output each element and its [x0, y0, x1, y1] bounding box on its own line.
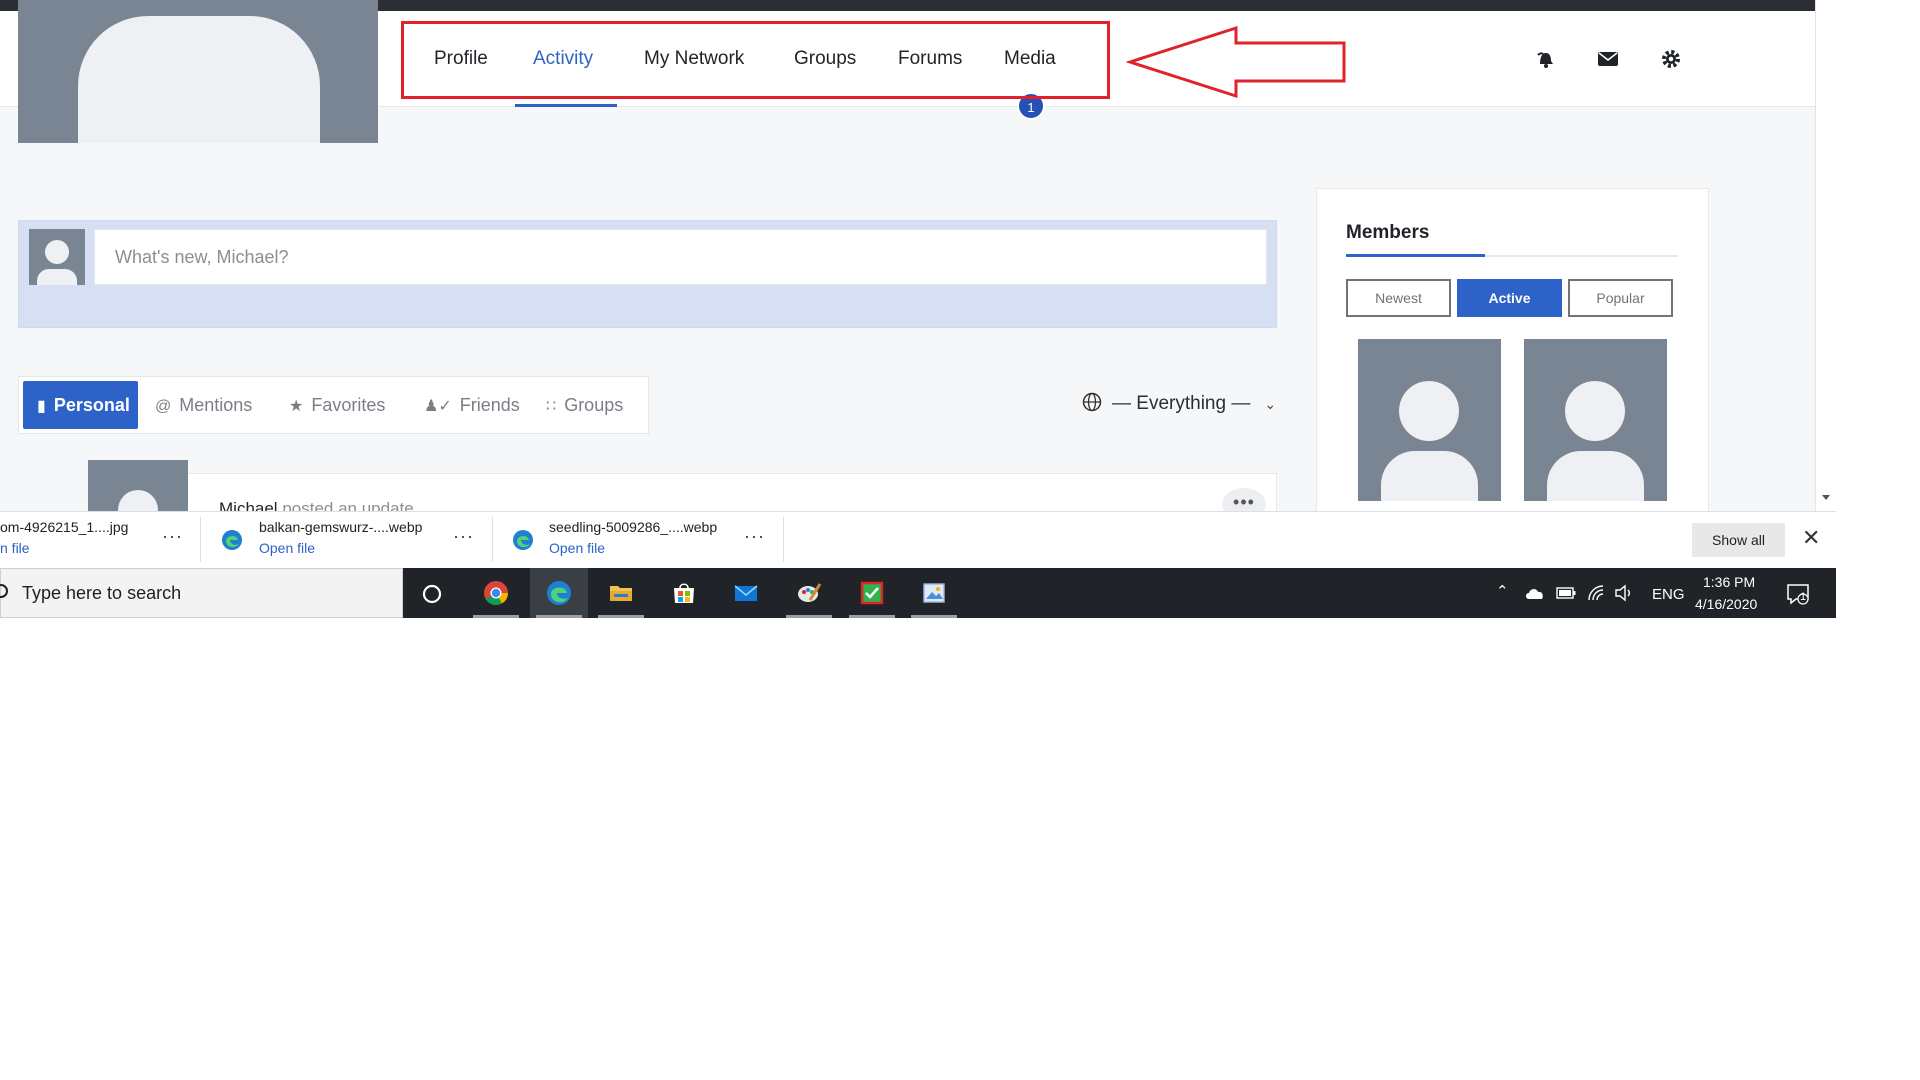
download-more-icon[interactable]: ···: [744, 526, 765, 547]
avatar-head: [45, 240, 69, 264]
paint-icon: [798, 583, 822, 602]
settings-icon[interactable]: [1660, 48, 1682, 70]
taskbar-photo-app[interactable]: [905, 568, 963, 618]
download-filename[interactable]: balkan-gemswurz-....webp: [259, 519, 422, 535]
download-more-icon[interactable]: ···: [162, 526, 183, 547]
avatar-body: [1381, 451, 1478, 501]
avatar-body: [1547, 451, 1644, 501]
screenshot-area: Profile Activity My Network Groups Forum…: [0, 0, 1836, 618]
input-language-indicator[interactable]: ENG: [1652, 586, 1685, 603]
filter-tab-label: Friends: [459, 395, 520, 415]
nav-active-underline: [515, 104, 617, 107]
cortana-icon[interactable]: [420, 582, 444, 606]
folder-icon: [610, 586, 632, 601]
chrome-icon: [484, 581, 508, 606]
edge-icon: [547, 581, 571, 605]
messages-icon[interactable]: [1597, 48, 1619, 70]
at-icon: @: [155, 398, 172, 415]
filter-tab-friends[interactable]: ♟✓ Friends: [424, 381, 520, 429]
avatar-head: [1399, 381, 1459, 441]
chevron-down-icon: ⌄: [1264, 396, 1277, 412]
avatar-head: [1565, 381, 1625, 441]
taskbar-paint[interactable]: [780, 568, 838, 618]
whats-new-input[interactable]: [94, 229, 1267, 285]
download-separator: [492, 517, 493, 562]
download-open-link[interactable]: Open file: [549, 540, 605, 556]
taskbar-clock-date[interactable]: 4/16/2020: [1695, 596, 1757, 612]
mail-icon: [734, 585, 758, 601]
app-running-indicator: [911, 615, 957, 618]
screen: Profile Activity My Network Groups Forum…: [0, 0, 1920, 1080]
members-tab-active[interactable]: Active: [1457, 279, 1562, 317]
app-running-indicator: [536, 615, 582, 618]
app-running-indicator: [598, 615, 644, 618]
avatar-body: [37, 269, 77, 285]
download-filename[interactable]: om-4926215_1....jpg: [0, 519, 128, 535]
download-more-icon[interactable]: ···: [453, 526, 474, 547]
edge-file-icon: [513, 530, 533, 550]
download-open-link[interactable]: n file: [0, 540, 30, 556]
store-icon: [674, 583, 694, 603]
member-avatar[interactable]: [1358, 339, 1501, 501]
annotation-arrow-icon: [1126, 25, 1346, 99]
star-icon: ★: [289, 398, 304, 415]
taskbar-search-placeholder[interactable]: Type here to search: [22, 583, 181, 604]
image-viewer-icon: [923, 583, 945, 603]
taskbar-tasks-app[interactable]: [843, 568, 901, 618]
taskbar-clock-time[interactable]: 1:36 PM: [1703, 574, 1755, 590]
members-title: Members: [1346, 222, 1430, 243]
taskbar-mail[interactable]: [717, 568, 775, 618]
taskbar-edge[interactable]: [530, 568, 588, 618]
filter-tab-groups[interactable]: ∷ Groups: [546, 381, 623, 429]
app-running-indicator: [473, 615, 519, 618]
filter-tab-label: Personal: [53, 395, 130, 415]
filter-tab-label: Mentions: [179, 395, 253, 415]
profile-avatar[interactable]: [18, 0, 378, 143]
user-avatar[interactable]: [29, 229, 85, 285]
wifi-icon[interactable]: [1587, 584, 1605, 602]
annotation-highlight-box: [401, 21, 1110, 99]
volume-icon[interactable]: [1614, 584, 1634, 602]
edge-file-icon: [222, 530, 242, 550]
checklist-icon: [860, 581, 884, 605]
members-tab-popular[interactable]: Popular: [1568, 279, 1673, 317]
scroll-down-icon[interactable]: [1822, 495, 1830, 500]
show-hidden-icons-chevron-up-icon[interactable]: ⌃: [1496, 582, 1509, 600]
avatar-silhouette: [78, 16, 320, 143]
filter-tab-mentions[interactable]: @ Mentions: [155, 381, 252, 429]
download-separator: [783, 517, 784, 562]
members-title-underline: [1346, 254, 1485, 257]
friends-icon: ♟✓: [424, 398, 452, 415]
filter-tab-label: Groups: [564, 395, 624, 415]
globe-icon: [1082, 392, 1102, 412]
taskbar-store[interactable]: [655, 568, 713, 618]
onedrive-cloud-icon[interactable]: [1525, 586, 1545, 600]
members-tab-newest[interactable]: Newest: [1346, 279, 1451, 317]
filter-tab-label: Favorites: [311, 395, 386, 415]
show-all-downloads-button[interactable]: Show all: [1692, 523, 1785, 557]
filter-tab-favorites[interactable]: ★ Favorites: [289, 381, 385, 429]
close-icon[interactable]: ✕: [1802, 527, 1820, 549]
groups-icon: ∷: [546, 398, 557, 415]
taskbar-file-explorer[interactable]: [592, 568, 650, 618]
filter-tab-personal[interactable]: ▮ Personal: [23, 381, 138, 429]
scope-label: — Everything —: [1112, 393, 1251, 414]
download-open-link[interactable]: Open file: [259, 540, 315, 556]
download-separator: [200, 517, 201, 562]
battery-icon[interactable]: [1556, 587, 1576, 599]
app-running-indicator: [786, 615, 832, 618]
app-running-indicator: [849, 615, 895, 618]
vertical-scrollbar[interactable]: [1815, 0, 1836, 511]
scope-dropdown[interactable]: — Everything — ⌄: [1082, 392, 1276, 415]
person-icon: ▮: [37, 398, 46, 415]
taskbar-chrome[interactable]: [467, 568, 525, 618]
notification-count: 1: [1800, 591, 1807, 603]
download-filename[interactable]: seedling-5009286_....webp: [549, 519, 717, 535]
action-center-icon[interactable]: [1786, 582, 1810, 606]
notifications-icon[interactable]: [1534, 48, 1556, 70]
member-avatar[interactable]: [1524, 339, 1667, 501]
